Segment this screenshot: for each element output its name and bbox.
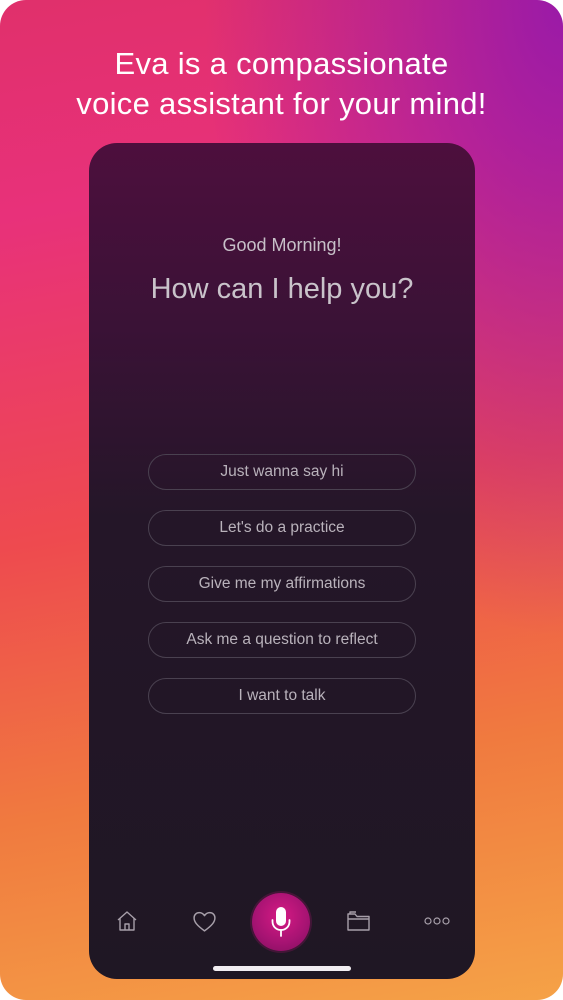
promo-frame: Eva is a compassionate voice assistant f… <box>0 0 563 1000</box>
tab-library[interactable] <box>339 901 379 941</box>
promo-headline: Eva is a compassionate voice assistant f… <box>0 44 563 124</box>
suggestion-button-practice[interactable]: Let's do a practice <box>148 510 416 546</box>
suggestion-button-affirmations[interactable]: Give me my affirmations <box>148 566 416 602</box>
phone-screen: Good Morning! How can I help you? Just w… <box>89 143 475 979</box>
suggestion-button-talk[interactable]: I want to talk <box>148 678 416 714</box>
prompt-question: How can I help you? <box>150 273 414 305</box>
tab-home[interactable] <box>107 901 147 941</box>
folder-icon <box>347 911 370 931</box>
voice-button[interactable] <box>252 893 310 951</box>
greeting-text: Good Morning! <box>222 235 342 255</box>
tab-favorites[interactable] <box>184 901 224 941</box>
heart-icon <box>192 911 216 932</box>
tab-more[interactable] <box>417 901 457 941</box>
headline-line-1: Eva is a compassionate <box>114 46 449 81</box>
microphone-icon <box>271 907 291 937</box>
home-icon <box>117 911 137 931</box>
more-icon <box>424 917 450 925</box>
tab-bar <box>89 891 475 951</box>
suggestion-button-say-hi[interactable]: Just wanna say hi <box>148 454 416 490</box>
suggestion-button-reflect[interactable]: Ask me a question to reflect <box>148 622 416 658</box>
headline-line-2: voice assistant for your mind! <box>76 86 487 121</box>
suggestion-list: Just wanna say hi Let's do a practice Gi… <box>148 454 416 734</box>
home-indicator[interactable] <box>213 966 351 971</box>
